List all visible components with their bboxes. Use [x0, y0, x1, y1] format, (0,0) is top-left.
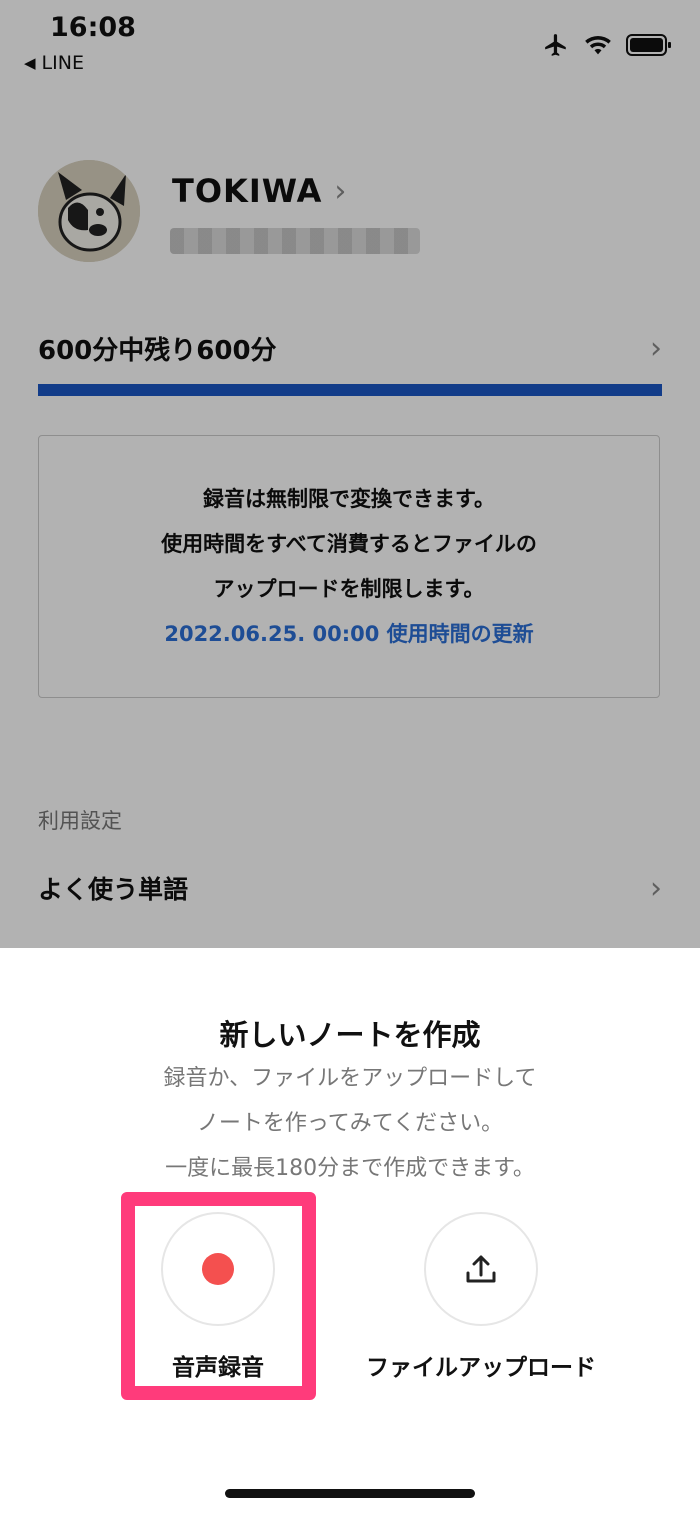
sheet-desc-line-1: 録音か、ファイルをアップロードして — [163, 1066, 537, 1091]
dim-overlay[interactable] — [0, 0, 700, 948]
create-note-sheet: 新しいノートを作成 録音か、ファイルをアップロードして ノートを作ってみてくださ… — [0, 948, 700, 1515]
sheet-desc-line-2: ノートを作ってみてください。 — [196, 1111, 504, 1136]
sheet-description: 録音か、ファイルをアップロードして ノートを作ってみてください。 一度に最長18… — [0, 1056, 700, 1191]
file-upload-label[interactable]: ファイルアップロード — [345, 1348, 617, 1382]
upload-icon — [466, 1255, 496, 1283]
highlight-frame — [121, 1192, 316, 1400]
file-upload-button[interactable] — [424, 1212, 538, 1326]
sheet-desc-line-3: 一度に最長180分まで作成できます。 — [165, 1156, 535, 1181]
sheet-title: 新しいノートを作成 — [219, 1018, 481, 1052]
home-indicator[interactable] — [225, 1489, 475, 1498]
